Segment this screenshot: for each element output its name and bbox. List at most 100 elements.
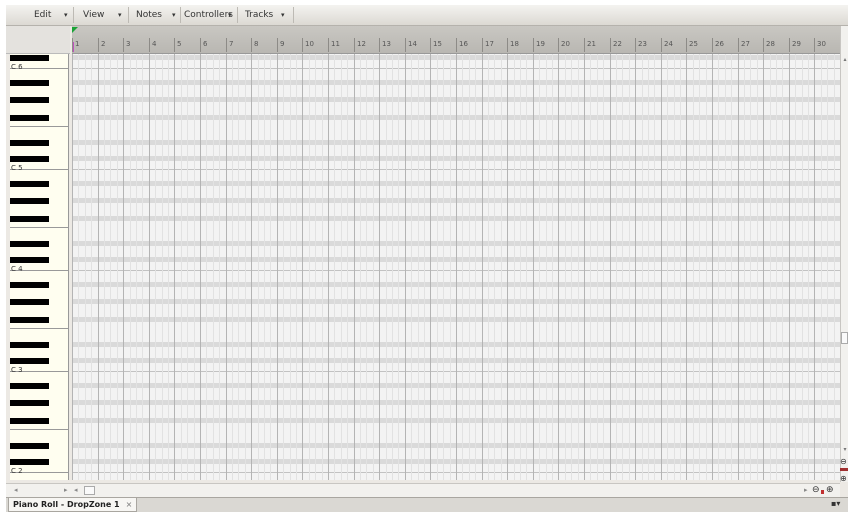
scroll-right-icon[interactable]: ▸ — [64, 484, 68, 497]
zoom-in-icon[interactable]: ⊕ — [826, 484, 834, 497]
black-key[interactable] — [10, 198, 49, 204]
bar-number: 12 — [357, 40, 366, 48]
zoom-out-icon[interactable]: ⊖ — [840, 458, 848, 466]
beat-gridline — [488, 54, 489, 480]
black-key[interactable] — [10, 282, 49, 288]
beat-gridline — [654, 54, 655, 480]
beat-gridline — [808, 54, 809, 480]
beat-gridline — [366, 54, 367, 480]
black-key[interactable] — [10, 241, 49, 247]
beat-gridline — [443, 54, 444, 480]
beat-gridline — [667, 54, 668, 480]
beat-gridline — [85, 54, 86, 480]
bar-tick — [379, 38, 380, 52]
menu-controllers[interactable]: Controllers ▾ — [182, 7, 236, 23]
menu-tracks[interactable]: Tracks ▾ — [239, 7, 293, 23]
menu-notes[interactable]: Notes ▾ — [130, 7, 180, 23]
beat-gridline — [104, 54, 105, 480]
bar-tick — [763, 38, 764, 52]
bar-number: 13 — [382, 40, 391, 48]
window-menu-icon[interactable]: ▪▾ — [831, 499, 840, 508]
beat-gridline — [744, 54, 745, 480]
beat-gridline — [130, 54, 131, 480]
note-grid[interactable] — [72, 54, 840, 480]
zoom-in-icon[interactable]: ⊕ — [840, 475, 848, 483]
black-key[interactable] — [10, 257, 49, 263]
black-key[interactable] — [10, 80, 49, 86]
menu-edit[interactable]: Edit ▾ — [26, 7, 74, 23]
bar-tick — [405, 38, 406, 52]
bar-tick — [661, 38, 662, 52]
bar-gridline — [558, 54, 559, 480]
piano-keyboard[interactable]: C 6 C 5 C 4 C 3 C 2 — [10, 54, 69, 480]
zoom-level-indicator[interactable] — [840, 468, 848, 471]
bar-gridline — [174, 54, 175, 480]
bar-tick — [738, 38, 739, 52]
beat-gridline — [283, 54, 284, 480]
chevron-down-icon: ▾ — [172, 11, 176, 19]
vertical-scrollbar[interactable]: ▴ ▾ — [840, 26, 848, 482]
horizontal-scrollbar[interactable]: ◂ ▸ ◂ ▸ ⊖ ⊕ — [6, 483, 840, 497]
octave-label: C 6 — [11, 63, 23, 71]
beat-gridline — [418, 54, 419, 480]
black-key[interactable] — [10, 383, 49, 389]
black-key[interactable] — [10, 443, 49, 449]
tab-piano-roll[interactable]: Piano Roll - DropZone 1 × — [8, 498, 138, 512]
menu-view[interactable]: View ▾ — [76, 7, 128, 23]
beat-gridline — [629, 54, 630, 480]
black-key[interactable] — [10, 459, 49, 465]
black-key[interactable] — [10, 400, 49, 406]
bar-tick — [302, 38, 303, 52]
scroll-right-icon[interactable]: ▸ — [804, 484, 808, 497]
menu-separator — [73, 7, 74, 23]
horizontal-scroll-thumb[interactable] — [84, 486, 95, 495]
bar-gridline — [661, 54, 662, 480]
black-key[interactable] — [10, 55, 49, 61]
black-key[interactable] — [10, 156, 49, 162]
bar-gridline — [200, 54, 201, 480]
bar-number: 5 — [177, 40, 182, 48]
zoom-out-icon[interactable]: ⊖ — [812, 484, 820, 497]
bar-gridline — [430, 54, 431, 480]
black-key[interactable] — [10, 140, 49, 146]
timeline-ruler[interactable]: 1 2 3 4 5 6 7 8 9 10 11 12 13 14 15 16 17 18 19 20 21 22 23 24 2… — [72, 26, 840, 54]
beat-gridline — [245, 54, 246, 480]
loop-start-marker[interactable] — [72, 27, 78, 33]
bar-tick — [354, 38, 355, 52]
bar-number: 2 — [101, 40, 106, 48]
black-key[interactable] — [10, 418, 49, 424]
bar-gridline — [507, 54, 508, 480]
beat-gridline — [290, 54, 291, 480]
bar-gridline — [814, 54, 815, 480]
bar-gridline — [738, 54, 739, 480]
beat-gridline — [392, 54, 393, 480]
bar-number: 23 — [638, 40, 647, 48]
black-key[interactable] — [10, 299, 49, 305]
beat-gridline — [462, 54, 463, 480]
beat-gridline — [526, 54, 527, 480]
black-key[interactable] — [10, 115, 49, 121]
bar-number: 25 — [689, 40, 698, 48]
beat-gridline — [117, 54, 118, 480]
close-icon[interactable]: × — [126, 500, 133, 509]
black-key[interactable] — [10, 181, 49, 187]
piano-roll-window: Edit ▾ View ▾ Notes ▾ Controllers ▾ Trac… — [6, 5, 848, 512]
black-key[interactable] — [10, 358, 49, 364]
chevron-down-icon: ▾ — [281, 11, 285, 19]
black-key[interactable] — [10, 317, 49, 323]
beat-gridline — [187, 54, 188, 480]
vertical-scroll-thumb[interactable] — [841, 332, 848, 344]
beat-gridline — [168, 54, 169, 480]
scroll-up-icon[interactable]: ▴ — [841, 56, 848, 63]
scroll-down-icon[interactable]: ▾ — [841, 446, 848, 453]
beat-gridline — [91, 54, 92, 480]
zoom-level-indicator[interactable] — [821, 490, 824, 494]
black-key[interactable] — [10, 342, 49, 348]
black-key[interactable] — [10, 216, 49, 222]
beat-gridline — [341, 54, 342, 480]
scroll-left-icon[interactable]: ◂ — [14, 484, 18, 497]
scroll-left-icon[interactable]: ◂ — [74, 484, 78, 497]
beat-gridline — [181, 54, 182, 480]
white-key-divider — [10, 227, 68, 228]
black-key[interactable] — [10, 97, 49, 103]
